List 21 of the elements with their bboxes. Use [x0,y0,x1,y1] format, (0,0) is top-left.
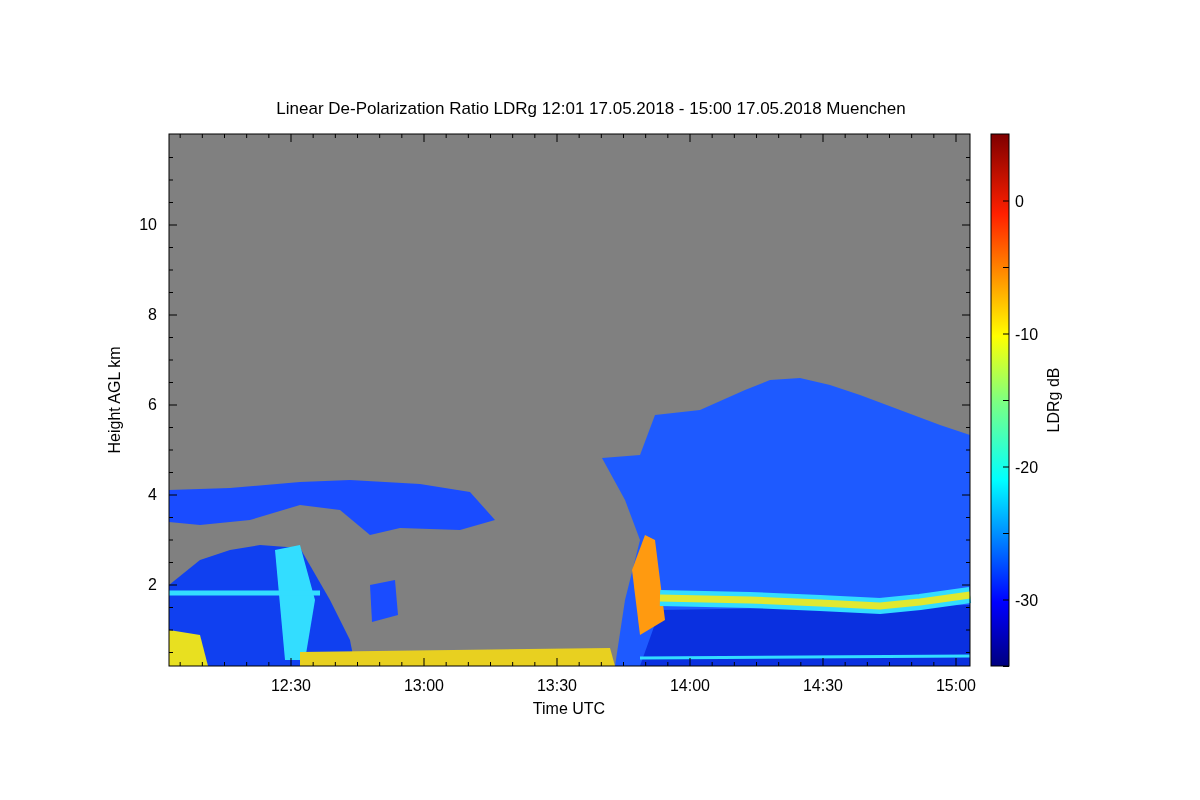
colorbar-tick-label: -10 [1015,326,1039,343]
colorbar-tick-label: -30 [1015,592,1039,609]
y-tick-label: 4 [148,486,157,503]
chart-title: Linear De-Polarization Ratio LDRg 12:01 17.05.2018 - 15:00 17.05.2018 Muenchen [276,99,906,118]
y-axis-label: Height AGL km [106,346,123,454]
x-tick-label: 12:30 [271,677,311,694]
colorbar-tick-label: 0 [1015,193,1024,210]
x-tick-label: 13:30 [537,677,577,694]
cloud-patch [370,580,398,622]
x-tick-label: 13:00 [404,677,444,694]
colorbar-tick-label: -20 [1015,459,1039,476]
x-tick-label: 14:00 [670,677,710,694]
ground-clutter [169,630,208,666]
y-tick-label: 6 [148,396,157,413]
y-tick-label: 8 [148,306,157,323]
colorbar-label: LDRg dB [1045,367,1062,433]
x-axis-label: Time UTC [532,700,606,717]
y-tick-label: 2 [148,576,157,593]
x-tick-label: 14:30 [803,677,843,694]
y-tick-label: 10 [139,216,157,233]
x-tick-label: 15:00 [936,677,976,694]
